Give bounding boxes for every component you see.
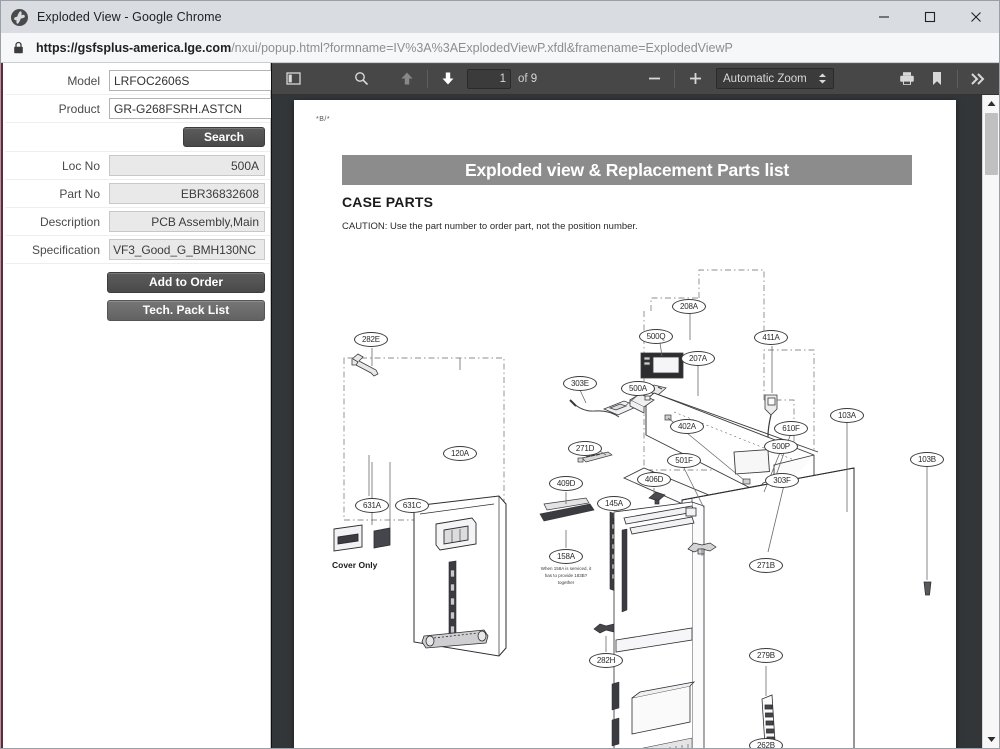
tech-pack-list-row: Tech. Pack List	[5, 294, 270, 324]
specification-value: VF3_Good_G_BMH130NC	[109, 239, 265, 260]
address-bar-url: https://gsfsplus-america.lge.com/nxui/po…	[36, 41, 733, 55]
zoom-in-icon[interactable]	[681, 66, 709, 91]
page-count-label: of 9	[518, 73, 537, 85]
callout-103B[interactable]: 103B	[910, 452, 944, 467]
callout-500Q[interactable]: 500Q	[639, 329, 673, 344]
loc-no-value: 500A	[109, 155, 265, 176]
tech-pack-list-button[interactable]: Tech. Pack List	[107, 299, 265, 321]
part-no-value: EBR36832608	[109, 183, 265, 204]
toolbar-divider	[427, 69, 428, 88]
diagram-artwork	[333, 269, 932, 748]
form-row-model: Model	[5, 67, 294, 95]
callout-282H[interactable]: 282H	[589, 653, 623, 668]
zoom-level-select[interactable]: Automatic Zoom	[716, 68, 834, 89]
cover-only-label: Cover Only	[332, 560, 378, 570]
callout-271D[interactable]: 271D	[568, 441, 602, 456]
form-row-loc-no: Loc No 500A	[5, 152, 270, 180]
find-search-icon[interactable]	[347, 66, 375, 91]
zoom-out-icon[interactable]	[640, 66, 668, 91]
url-path: /nxui/popup.html?formname=IV%3A%3AExplod…	[231, 40, 733, 55]
model-input[interactable]	[110, 71, 273, 90]
maximize-icon[interactable]	[907, 1, 953, 33]
minimize-icon[interactable]	[861, 1, 907, 33]
pdf-page: *B/* Exploded view & Replacement Parts l…	[294, 100, 956, 748]
globe-icon	[11, 8, 28, 26]
callout-271B[interactable]: 271B	[749, 558, 783, 573]
parts-search-form: Model Product	[5, 63, 294, 748]
callout-279B[interactable]: 279B	[749, 648, 783, 663]
caret-down-icon[interactable]	[983, 731, 999, 748]
label-model: Model	[67, 73, 100, 88]
spinner-arrows-icon	[818, 73, 827, 84]
callout-208A[interactable]: 208A	[672, 299, 706, 314]
callout-120A[interactable]: 120A	[443, 446, 477, 461]
callout-631A[interactable]: 631A	[355, 498, 389, 513]
callout-610F[interactable]: 610F	[774, 421, 808, 436]
label-specification: Specification	[31, 242, 100, 257]
callout-207A[interactable]: 207A	[681, 351, 715, 366]
pdf-vertical-scrollbar[interactable]	[982, 95, 999, 748]
page-body: Model Product	[1, 63, 999, 748]
pdf-toolbar: 1 of 9 Automatic Zoom	[272, 63, 999, 95]
next-page-icon[interactable]	[434, 66, 462, 91]
pdf-page-area[interactable]: *B/* Exploded view & Replacement Parts l…	[272, 95, 999, 748]
scroll-thumb[interactable]	[985, 113, 998, 175]
callout-303E[interactable]: 303E	[563, 376, 597, 391]
product-select-value[interactable]	[110, 99, 273, 118]
caret-up-icon[interactable]	[983, 95, 999, 112]
label-part-no: Part No	[59, 186, 100, 201]
callout-303F[interactable]: 303F	[765, 473, 799, 488]
callout-409D[interactable]: 409D	[549, 476, 583, 491]
close-icon[interactable]	[953, 1, 999, 33]
previous-page-icon[interactable]	[393, 66, 421, 91]
search-button[interactable]: Search	[183, 127, 265, 147]
add-to-order-button[interactable]: Add to Order	[107, 271, 265, 293]
print-icon[interactable]	[893, 66, 921, 91]
form-row-product: Product	[5, 95, 294, 123]
chrome-window: Exploded View - Google Chrome https://gs…	[0, 0, 1000, 749]
lock-icon	[13, 41, 24, 54]
callout-500P[interactable]: 500P	[764, 439, 798, 454]
callout-631C[interactable]: 631C	[395, 498, 429, 513]
sidebar-toggle-icon[interactable]	[279, 66, 307, 91]
add-to-order-row: Add to Order	[5, 264, 270, 294]
product-select-wrapper[interactable]	[109, 98, 294, 119]
pdf-viewer: 1 of 9 Automatic Zoom *B/* Exploded view…	[271, 63, 999, 748]
model-input-wrapper[interactable]	[109, 70, 294, 91]
url-host: https://gsfsplus-america.lge.com	[36, 40, 232, 55]
callout-103A[interactable]: 103A	[830, 408, 864, 423]
callout-501F[interactable]: 501F	[667, 453, 701, 468]
callout-500A[interactable]: 500A	[621, 381, 655, 396]
page-number-input[interactable]: 1	[467, 68, 511, 89]
note-158a-text: When 158A is serviced, it has to provide…	[540, 566, 592, 585]
zoom-level-label: Automatic Zoom	[723, 72, 807, 85]
callout-282E[interactable]: 282E	[354, 332, 388, 347]
callout-262B[interactable]: 262B	[749, 738, 783, 748]
form-row-part-no: Part No EBR36832608	[5, 180, 270, 208]
window-controls	[861, 1, 999, 33]
label-product: Product	[58, 101, 100, 116]
more-tools-icon[interactable]	[964, 66, 992, 91]
of-label: of	[518, 72, 528, 85]
address-bar[interactable]: https://gsfsplus-america.lge.com/nxui/po…	[1, 33, 999, 63]
window-titlebar: Exploded View - Google Chrome	[1, 1, 999, 33]
label-description: Description	[39, 214, 100, 229]
form-row-description: Description PCB Assembly,Main	[5, 208, 270, 236]
callout-406D[interactable]: 406D	[637, 472, 671, 487]
label-loc-no: Loc No	[61, 158, 100, 173]
form-row-specification: Specification VF3_Good_G_BMH130NC	[5, 236, 270, 264]
total-pages: 9	[530, 72, 538, 85]
toolbar-divider-2	[674, 69, 675, 88]
window-title: Exploded View - Google Chrome	[37, 10, 222, 24]
toolbar-divider-3	[957, 69, 958, 88]
bookmark-icon[interactable]	[923, 66, 951, 91]
callout-402A[interactable]: 402A	[670, 419, 704, 434]
description-value: PCB Assembly,Main	[109, 211, 265, 232]
callout-145A[interactable]: 145A	[597, 496, 631, 511]
search-button-row: Search	[5, 123, 270, 152]
callout-158A[interactable]: 158A	[549, 549, 583, 564]
callout-411A[interactable]: 411A	[754, 330, 788, 345]
exploded-view-diagram: 282E 208A 500Q 411A 207A 303E 500A 103A …	[294, 100, 956, 748]
